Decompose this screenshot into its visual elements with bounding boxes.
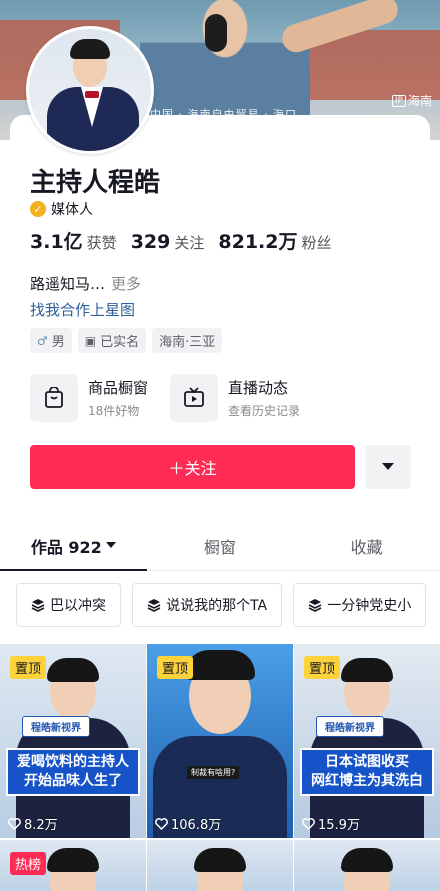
feature-showcase-sub: 18件好物 [88, 404, 140, 418]
pinned-badge: 置顶 [10, 656, 47, 679]
stat-followers[interactable]: 821.2万 粉丝 [218, 227, 331, 254]
caret-down-icon [382, 463, 394, 470]
microphone-icon [205, 14, 227, 52]
feature-showcase-title: 商品橱窗 [88, 379, 149, 397]
shopping-bag-icon [30, 374, 78, 422]
video-host-hair [341, 658, 393, 682]
layers-icon [31, 599, 45, 612]
video-host-hair [194, 848, 246, 872]
avatar-hair [70, 39, 110, 59]
feature-live-title: 直播动态 [228, 379, 289, 397]
male-icon: ♂ [37, 333, 48, 348]
ip-badge: IP [391, 94, 406, 107]
follow-button[interactable]: ＋关注 [30, 445, 355, 489]
feature-showcase[interactable]: 商品橱窗 18件好物 [30, 374, 148, 422]
profile-card: 主持人程皓 ✓ 媒体人 3.1亿 获赞 329 关注 821.2万 粉丝 路遥知… [10, 115, 430, 511]
verification-label: 媒体人 [51, 202, 93, 218]
tag-location: 海南·三亚 [152, 328, 223, 353]
video-host-hair [47, 658, 99, 682]
stat-likes-label: 获赞 [86, 234, 117, 252]
bio-text: 路遥知马… [30, 275, 106, 293]
video-brand-label: 程皓新视界 [316, 716, 384, 737]
stat-likes[interactable]: 3.1亿 获赞 [30, 227, 117, 254]
more-options-button[interactable] [365, 445, 411, 489]
video-host-hair [341, 848, 393, 872]
video-thumbnail[interactable] [147, 840, 293, 891]
bio-more-link[interactable]: 更多 [111, 275, 141, 293]
profile-name: 主持人程皓 [30, 168, 161, 198]
heart-icon [8, 817, 21, 830]
caret-down-icon [105, 542, 116, 548]
collection-label: 巴以冲突 [50, 598, 106, 614]
avatar-bowtie [85, 91, 99, 98]
pinned-badge: 置顶 [304, 656, 341, 679]
video-host-hair [185, 650, 255, 680]
video-likes-count: 8.2万 [24, 818, 58, 833]
ip-location-watermark: IP 海南 [391, 92, 432, 109]
video-caption: 爱喝饮料的主持人 开始品味人生了 [6, 748, 140, 796]
stat-following[interactable]: 329 关注 [131, 231, 205, 253]
video-host-hair [47, 848, 99, 872]
stat-followers-label: 粉丝 [301, 234, 332, 252]
collection-chip[interactable]: 说说我的那个TA [132, 583, 283, 627]
profile-tags: ♂ 男 ▣ 已实名 海南·三亚 [30, 328, 223, 353]
heart-icon [302, 817, 315, 830]
collection-label: 说说我的那个TA [166, 598, 268, 614]
profile-bio: 路遥知马… 更多 [30, 273, 141, 294]
hot-list-badge: 热榜 [10, 852, 47, 875]
video-thumbnail[interactable]: 置顶 程皓新视界 爱喝饮料的主持人 开始品味人生了 8.2万 [0, 644, 146, 838]
tv-icon [170, 374, 219, 422]
tab-favorites[interactable]: 收藏 [293, 521, 440, 570]
layers-icon [147, 599, 161, 612]
tab-showcase[interactable]: 橱窗 [147, 521, 294, 570]
tag-real-name-label: 已实名 [100, 335, 140, 350]
cooperate-link[interactable]: 找我合作上星图 [30, 299, 135, 320]
collection-chip[interactable]: 巴以冲突 [16, 583, 121, 627]
stat-following-label: 关注 [174, 234, 205, 252]
tag-real-name: ▣ 已实名 [77, 328, 147, 353]
video-likes: 15.9万 [302, 814, 360, 833]
tag-gender-label: 男 [51, 335, 65, 350]
video-caption: 日本试图收买 网红博主为其洗白 [300, 748, 434, 796]
pinned-badge: 置顶 [157, 656, 194, 679]
id-card-icon: ▣ [84, 333, 97, 348]
stat-followers-count: 821.2万 [218, 231, 298, 253]
video-grid: 置顶 程皓新视界 爱喝饮料的主持人 开始品味人生了 8.2万 置顶 制裁有啥用?… [0, 644, 440, 891]
video-likes: 106.8万 [155, 814, 221, 833]
avatar[interactable] [26, 26, 154, 154]
ip-location-text: 海南 [407, 94, 432, 108]
stat-following-count: 329 [130, 231, 171, 253]
video-brand-label: 程皓新视界 [22, 716, 90, 737]
video-thumbnail[interactable] [294, 840, 440, 891]
tag-gender: ♂ 男 [30, 328, 72, 353]
tab-works[interactable]: 作品 922 [0, 521, 147, 571]
video-thumbnail[interactable]: 置顶 制裁有啥用? 106.8万 [147, 644, 293, 838]
collections-row: 巴以冲突 说说我的那个TA 一分钟党史小 [0, 583, 440, 629]
verified-badge-icon: ✓ [30, 201, 46, 217]
profile-features: 商品橱窗 18件好物 直播动态 查看历史记录 [30, 374, 410, 422]
video-thumbnail[interactable]: 置顶 程皓新视界 日本试图收买 网红博主为其洗白 15.9万 [294, 644, 440, 838]
video-likes-count: 15.9万 [318, 818, 360, 833]
stat-likes-count: 3.1亿 [30, 231, 83, 253]
feature-live-sub: 查看历史记录 [228, 404, 301, 418]
verification[interactable]: ✓ 媒体人 [30, 199, 93, 219]
video-likes-count: 106.8万 [171, 818, 222, 833]
tag-location-label: 海南·三亚 [159, 335, 216, 350]
profile-stats: 3.1亿 获赞 329 关注 821.2万 粉丝 [30, 227, 332, 254]
collection-chip[interactable]: 一分钟党史小 [293, 583, 427, 627]
video-thumbnail[interactable]: 热榜 [0, 840, 146, 891]
video-subtitle: 制裁有啥用? [187, 766, 240, 779]
heart-icon [155, 817, 168, 830]
content-tabs: 作品 922 橱窗 收藏 [0, 521, 440, 571]
collection-label: 一分钟党史小 [327, 598, 412, 614]
layers-icon [308, 599, 322, 612]
video-likes: 8.2万 [8, 814, 58, 833]
feature-live[interactable]: 直播动态 查看历史记录 [170, 374, 300, 422]
tab-works-label: 作品 922 [30, 537, 102, 557]
